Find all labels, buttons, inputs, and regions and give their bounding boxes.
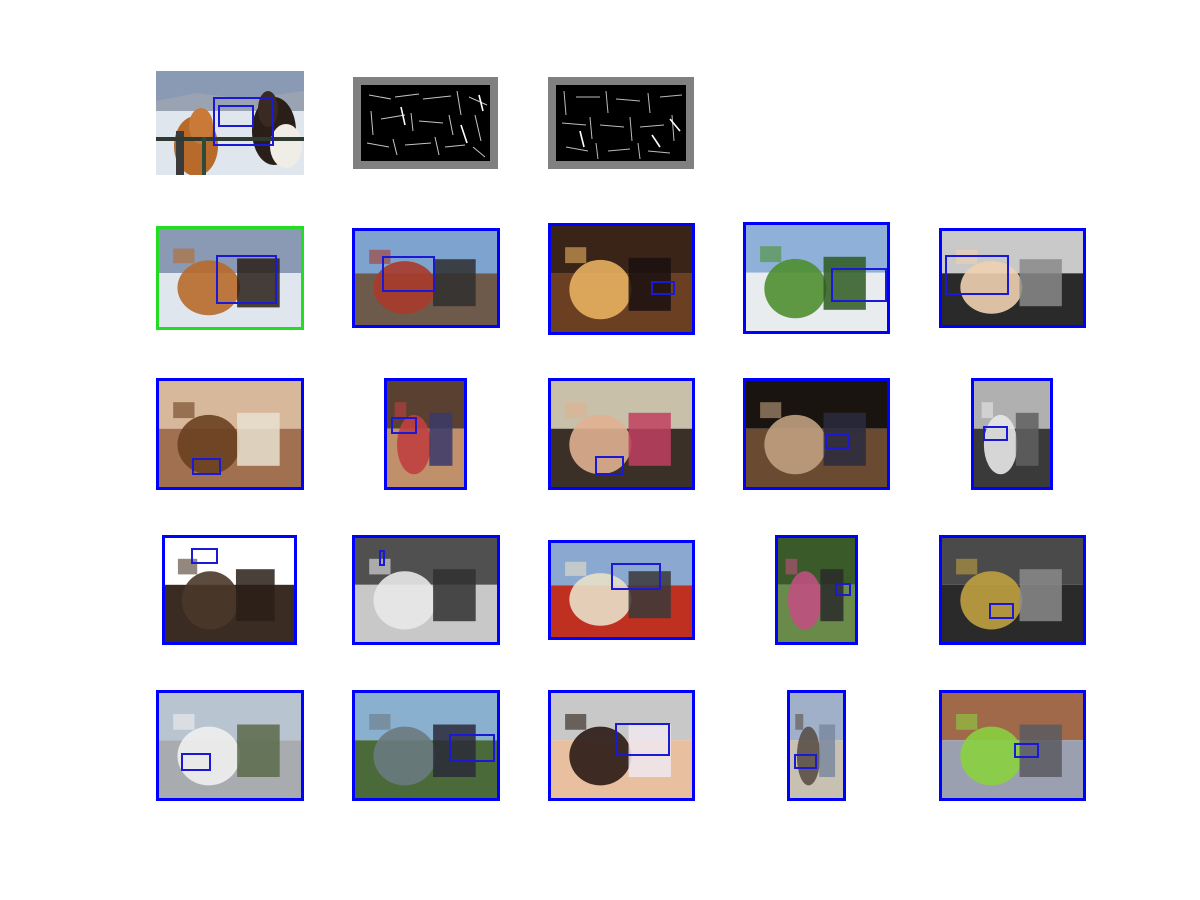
retrieved-image-conservatory-lawn (743, 222, 890, 334)
retrieved-image-heron-bird (787, 690, 846, 801)
kitchen-interior-scene (159, 381, 301, 487)
detection-box (831, 268, 887, 302)
detection-box (192, 458, 221, 475)
retrieved-image-woman-under-tree (775, 535, 858, 645)
detection-box (379, 550, 385, 566)
retrieved-image-computer-desk (971, 378, 1053, 490)
detection-box (611, 563, 661, 590)
retrieved-image-green-taxi-car (939, 690, 1086, 801)
hog-glyph-grid (561, 90, 683, 160)
retrieved-image-baby-computer-desk (939, 228, 1086, 328)
leather-sofas-scene (165, 538, 294, 642)
retrieved-image-woman-holding-baby (548, 378, 695, 490)
detection-box (382, 256, 435, 292)
retrieved-image-airplane-runway (156, 690, 304, 801)
imac-screen-scene (355, 538, 497, 642)
detection-box (615, 723, 670, 756)
detection-box (595, 456, 624, 475)
detection-box (825, 434, 850, 449)
retrieved-image-horse-fence-snow (156, 226, 304, 330)
men-with-baby-scene (746, 381, 887, 487)
query-image (156, 71, 304, 175)
detection-box (651, 281, 675, 295)
detection-box-inner (218, 105, 254, 127)
detection-box (391, 417, 417, 434)
retrieved-image-cluttered-computer-desk (939, 535, 1086, 645)
green-taxi-car-scene (942, 693, 1083, 798)
hog-visualization-2 (548, 77, 694, 169)
airplane-cabin-screens-scene (551, 226, 692, 332)
detection-box (794, 754, 817, 769)
detection-box (989, 603, 1014, 619)
hog-visualization-1 (353, 77, 498, 169)
detection-box (835, 583, 851, 596)
airplane-runway-scene (159, 693, 301, 798)
baby-held-up-scene (387, 381, 464, 487)
retrieved-image-red-double-decker-bus (548, 540, 695, 640)
detection-box (945, 255, 1009, 295)
cluttered-computer-desk-scene (942, 538, 1083, 642)
detection-box (449, 734, 495, 762)
retrieved-image-double-decker-bus-street (352, 228, 500, 328)
hog-glyph-grid (366, 90, 488, 158)
detection-box (216, 255, 277, 304)
retrieved-image-baby-held-up (384, 378, 467, 490)
heron-bird-scene (790, 693, 843, 798)
retrieved-image-boat-on-river (352, 690, 500, 801)
retrieved-image-airplane-cabin-screens (548, 223, 695, 335)
retrieved-image-men-with-baby (743, 378, 890, 490)
detection-box (181, 753, 211, 771)
retrieved-image-imac-screen (352, 535, 500, 645)
retrieved-image-smiling-toddler (548, 690, 695, 801)
detection-box (983, 426, 1008, 441)
retrieved-image-kitchen-interior (156, 378, 304, 490)
detection-box (1014, 743, 1039, 758)
red-double-decker-bus-scene (551, 543, 692, 637)
detection-box (191, 548, 218, 564)
retrieved-image-leather-sofas (162, 535, 297, 645)
